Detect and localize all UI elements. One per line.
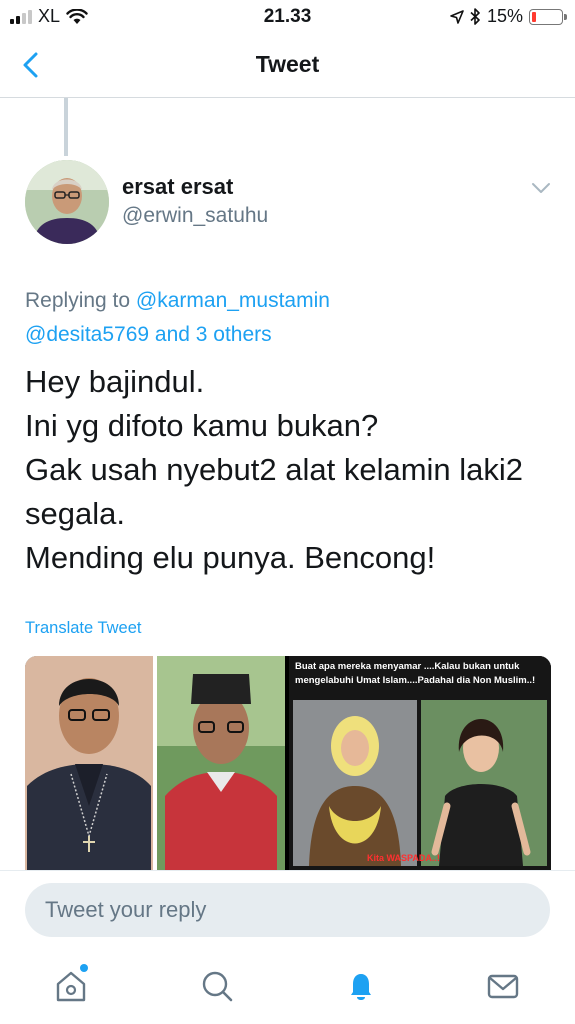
status-bar: XL 21.33 15% xyxy=(0,0,575,34)
messages-icon[interactable] xyxy=(485,968,521,1004)
tweet-text-line: segala. xyxy=(25,496,125,531)
avatar-photo xyxy=(25,160,109,244)
battery-icon xyxy=(529,8,567,25)
author-handle[interactable]: @erwin_satuhu xyxy=(122,204,268,228)
tab-bar xyxy=(0,954,575,1024)
battery-level xyxy=(532,11,537,22)
photo-collage-women xyxy=(289,656,551,870)
avatar[interactable] xyxy=(25,160,109,244)
search-icon[interactable] xyxy=(199,968,235,1004)
battery-percent: 15% xyxy=(486,6,523,26)
home-unread-dot xyxy=(80,964,88,972)
tweet-text-line: Ini yg difoto kamu bukan? xyxy=(25,408,379,443)
media-overlay-text: Buat apa mereka menyamar ....Kalau bukan… xyxy=(295,661,536,686)
tweet-media[interactable]: Buat apa mereka menyamar ....Kalau bukan… xyxy=(25,656,551,870)
bluetooth-icon xyxy=(470,8,480,25)
translate-tweet-link[interactable]: Translate Tweet xyxy=(25,619,141,638)
thread-connector xyxy=(64,98,68,156)
tweet-text: Hey bajindul. Ini yg difoto kamu bukan? … xyxy=(25,360,555,580)
home-icon[interactable] xyxy=(53,968,89,1004)
chevron-down-icon[interactable] xyxy=(530,180,552,196)
media-stamp-text: Kita WASPADA..! xyxy=(367,853,440,863)
author-name[interactable]: ersat ersat xyxy=(122,174,233,200)
replying-prefix: Replying to xyxy=(25,289,136,312)
reply-others-link[interactable]: @desita5769 and 3 others xyxy=(25,323,272,346)
photo-collage-men xyxy=(25,656,285,870)
media-photo-right[interactable]: Buat apa mereka menyamar ....Kalau bukan… xyxy=(289,656,551,870)
location-arrow-icon xyxy=(450,9,464,24)
reply-mention-link[interactable]: @karman_mustamin xyxy=(136,289,330,312)
replying-to: Replying to @karman_mustamin @desita5769… xyxy=(25,284,545,352)
nav-bar: Tweet xyxy=(0,34,575,98)
page-title: Tweet xyxy=(255,51,320,77)
tweet-text-line: Mending elu punya. Bencong! xyxy=(25,540,436,575)
tweet-text-line: Gak usah nyebut2 alat kelamin laki2 xyxy=(25,452,524,487)
reply-input[interactable]: Tweet your reply xyxy=(25,883,550,937)
tweet-text-line: Hey bajindul. xyxy=(25,364,205,399)
notifications-icon[interactable] xyxy=(343,968,379,1004)
reply-bar: Tweet your reply xyxy=(0,870,575,954)
media-photo-left[interactable] xyxy=(25,656,285,870)
